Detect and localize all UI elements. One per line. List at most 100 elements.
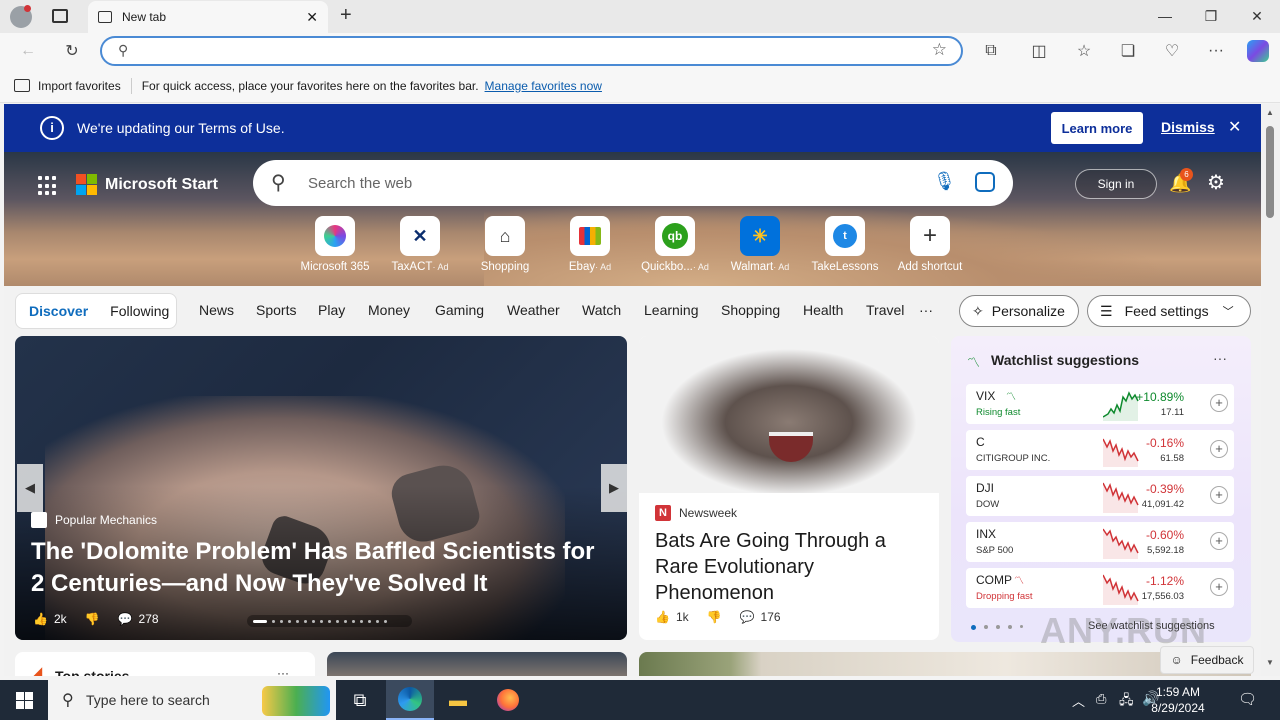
network-icon[interactable]: 🖧	[1119, 691, 1134, 713]
more-options-icon[interactable]: ···	[277, 666, 289, 676]
nav-weather[interactable]: Weather	[507, 302, 560, 318]
like-icon[interactable]: 👍	[33, 612, 48, 626]
favorite-star-icon[interactable]: ☆	[932, 40, 947, 60]
dismiss-link[interactable]: Dismiss	[1161, 119, 1215, 135]
shortcut-walmart[interactable]: ✳ Walmart· Ad	[718, 216, 802, 273]
taskbar-search-input[interactable]: ⚲ Type here to search	[48, 680, 336, 720]
more-options-icon[interactable]: ···	[1202, 39, 1230, 63]
restore-button[interactable]: ❐	[1188, 0, 1234, 32]
add-to-watchlist-button[interactable]: +	[1210, 532, 1228, 550]
favorites-icon[interactable]: ☆	[1070, 39, 1098, 63]
dislike-icon[interactable]: 👎	[85, 612, 100, 626]
split-screen-icon[interactable]: ◫	[1025, 39, 1053, 63]
sign-in-button[interactable]: Sign in	[1075, 169, 1157, 199]
nav-gaming[interactable]: Gaming	[435, 302, 484, 318]
refresh-button[interactable]: ↻	[58, 39, 86, 63]
close-tab-icon[interactable]: ✕	[306, 9, 318, 26]
visual-search-icon[interactable]	[975, 172, 995, 192]
stock-row-vix[interactable]: VIX 〽 Rising fast +10.89% 17.11 +	[966, 384, 1234, 424]
shortcut-taxact[interactable]: ✕ TaxACT· Ad	[378, 216, 462, 273]
copilot-icon[interactable]	[1244, 39, 1272, 63]
tab-new-tab[interactable]: New tab ✕	[88, 1, 328, 33]
import-favorites-button[interactable]: Import favorites	[38, 79, 121, 93]
nav-money[interactable]: Money	[368, 302, 410, 318]
address-bar[interactable]: ⚲ ☆	[100, 36, 963, 66]
add-to-watchlist-button[interactable]: +	[1210, 578, 1228, 596]
tab-actions-icon[interactable]	[52, 9, 68, 23]
browser-essentials-icon[interactable]: ♡	[1158, 39, 1186, 63]
shortcut-ebay[interactable]: Ebay· Ad	[548, 216, 632, 273]
nav-play[interactable]: Play	[318, 302, 345, 318]
nav-shopping[interactable]: Shopping	[721, 302, 780, 318]
file-explorer-icon[interactable]: ▬	[434, 680, 482, 720]
brand-logo[interactable]: Microsoft Start	[76, 174, 218, 195]
close-banner-icon[interactable]: ✕	[1228, 117, 1241, 137]
tab-discover[interactable]: Discover	[29, 303, 88, 319]
system-clock[interactable]: 1:59 AM 8/29/2024	[1140, 684, 1216, 716]
story-card-image[interactable]	[327, 652, 627, 676]
nav-health[interactable]: Health	[803, 302, 843, 318]
web-search-input[interactable]: ⚲ Search the web 🎙	[253, 160, 1013, 206]
settings-gear-icon[interactable]: ⚙	[1207, 170, 1225, 195]
sparkline-chart	[1103, 528, 1139, 559]
story-headline[interactable]: Bats Are Going Through a Rare Evolutiona…	[655, 528, 925, 606]
stock-row-c[interactable]: C CITIGROUP INC. -0.16% 61.58 +	[966, 430, 1234, 470]
shortcut-shopping[interactable]: ⌂ Shopping	[463, 216, 547, 273]
watchlist-pager[interactable]	[971, 625, 1023, 630]
notifications-icon[interactable]: 🗨	[1238, 690, 1257, 708]
dislike-icon[interactable]: 👎	[707, 610, 722, 624]
feed-settings-button[interactable]: ☰ Feed settings ﹀	[1087, 295, 1251, 327]
back-button[interactable]: ←	[14, 39, 42, 63]
shortcut-quickbooks[interactable]: qb Quickbo...· Ad	[633, 216, 717, 273]
carousel-indicator[interactable]	[247, 615, 412, 627]
shortcut-add[interactable]: + Add shortcut	[888, 216, 972, 273]
edge-taskbar-icon[interactable]	[386, 680, 434, 720]
shortcut-takelessons[interactable]: t TakeLessons	[803, 216, 887, 273]
nav-sports[interactable]: Sports	[256, 302, 296, 318]
nav-more-button[interactable]: ···	[919, 302, 933, 318]
stock-row-comp[interactable]: COMP 〽 Dropping fast -1.12% 17,556.03 +	[966, 568, 1234, 608]
collections-icon[interactable]: ❏	[1114, 39, 1142, 63]
personalize-button[interactable]: ✧ Personalize	[959, 295, 1079, 327]
page-scrollbar[interactable]: ▲ ▼	[1261, 104, 1280, 676]
close-window-button[interactable]: ✕	[1234, 0, 1280, 32]
device-icon[interactable]: ⎙	[1096, 691, 1106, 707]
main-story-card[interactable]: ◀ ▶ Popular Mechanics The 'Dolomite Prob…	[15, 336, 627, 640]
stock-row-dji[interactable]: DJI DOW -0.39% 41,091.42 +	[966, 476, 1234, 516]
carousel-prev-button[interactable]: ◀	[17, 464, 43, 512]
bat-story-card[interactable]: N Newsweek Bats Are Going Through a Rare…	[639, 336, 939, 640]
task-view-icon[interactable]: ⧉	[336, 680, 384, 720]
nav-travel[interactable]: Travel	[866, 302, 904, 318]
start-button[interactable]	[0, 680, 48, 720]
nav-learning[interactable]: Learning	[644, 302, 699, 318]
story-headline[interactable]: The 'Dolomite Problem' Has Baffled Scien…	[31, 536, 611, 600]
stock-row-inx[interactable]: INX S&P 500 -0.60% 5,592.18 +	[966, 522, 1234, 562]
learn-more-button[interactable]: Learn more	[1051, 112, 1143, 144]
firefox-icon[interactable]	[484, 680, 532, 720]
like-icon[interactable]: 👍	[655, 610, 670, 624]
add-to-watchlist-button[interactable]: +	[1210, 394, 1228, 412]
manage-favorites-link[interactable]: Manage favorites now	[485, 79, 602, 93]
minimize-button[interactable]: —	[1142, 0, 1188, 32]
apps-grid-icon[interactable]	[38, 176, 58, 196]
nav-watch[interactable]: Watch	[582, 302, 621, 318]
carousel-next-button[interactable]: ▶	[601, 464, 627, 512]
scroll-up-icon[interactable]: ▲	[1266, 108, 1274, 117]
microphone-icon[interactable]: 🎙	[933, 171, 956, 192]
info-icon: i	[40, 116, 64, 140]
nav-news[interactable]: News	[199, 302, 234, 318]
more-options-icon[interactable]: ···	[1213, 350, 1227, 366]
chevron-up-icon[interactable]: ︿	[1072, 691, 1085, 710]
add-to-watchlist-button[interactable]: +	[1210, 486, 1228, 504]
new-tab-button[interactable]: +	[340, 4, 352, 27]
comment-icon[interactable]: 💬	[118, 612, 133, 626]
scrollbar-thumb[interactable]	[1266, 126, 1274, 218]
shortcut-microsoft-365[interactable]: Microsoft 365	[293, 216, 377, 273]
comment-icon[interactable]: 💬	[740, 610, 755, 624]
profile-icon[interactable]	[10, 5, 32, 28]
tab-following[interactable]: Following	[110, 303, 169, 319]
scroll-down-icon[interactable]: ▼	[1266, 658, 1274, 667]
add-to-watchlist-button[interactable]: +	[1210, 440, 1228, 458]
sliders-icon: ☰	[1100, 302, 1113, 319]
extensions-icon[interactable]: ⧉	[977, 39, 1005, 63]
